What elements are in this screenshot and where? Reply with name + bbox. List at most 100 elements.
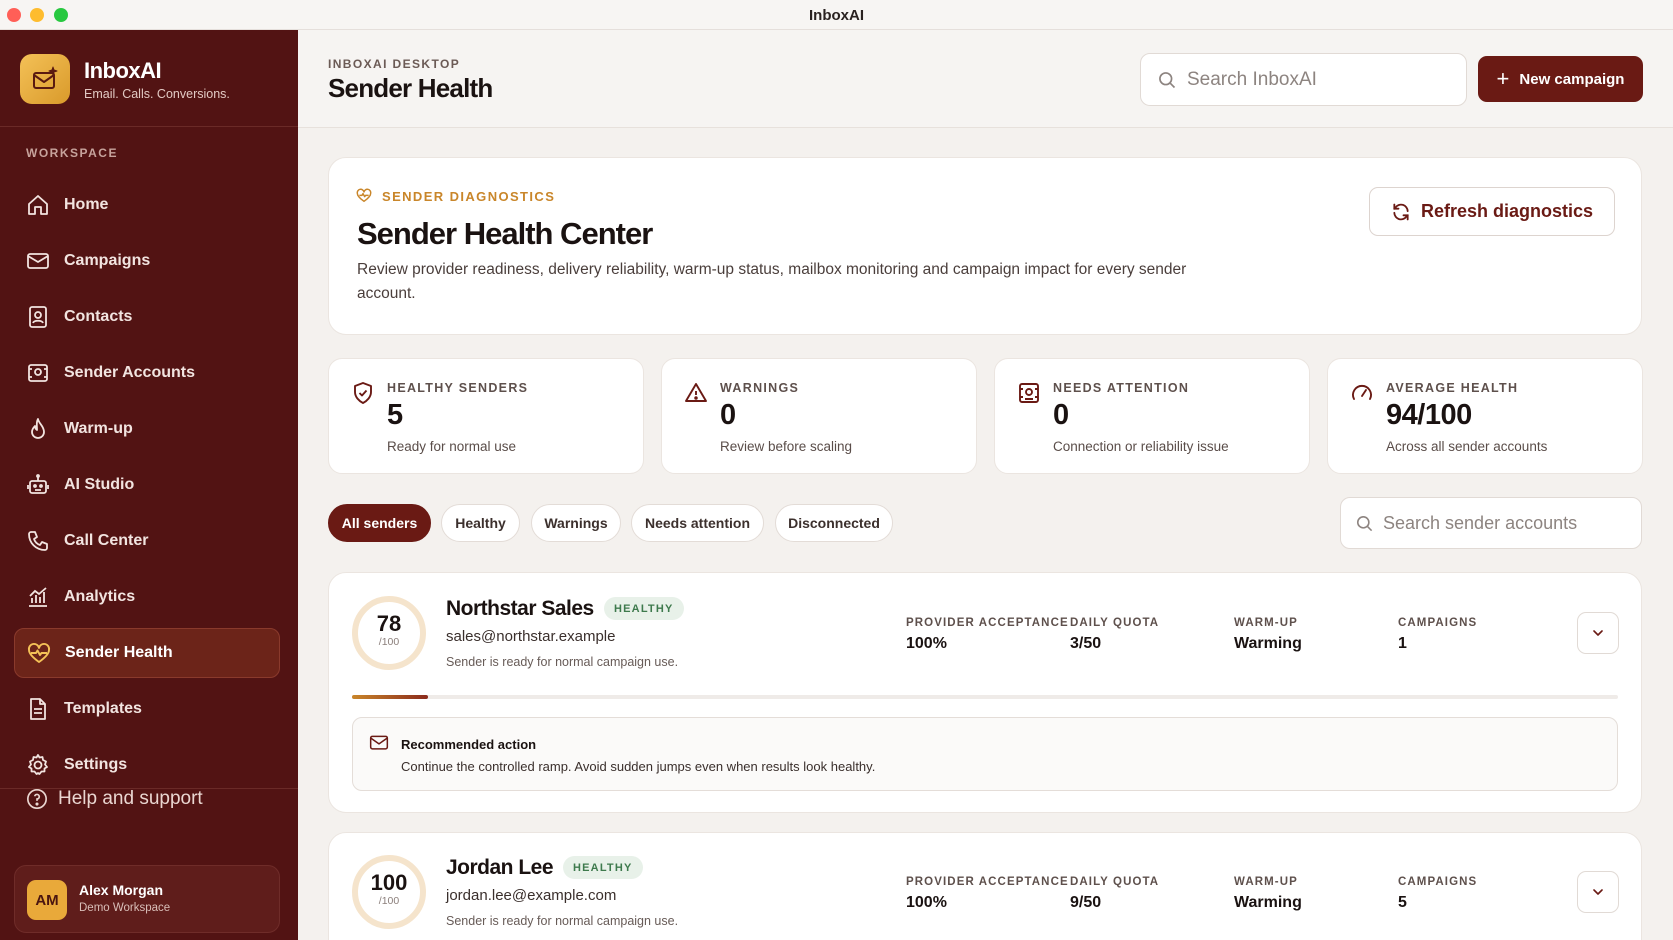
sender-email: sales@northstar.example [446, 628, 616, 645]
stat-subtext: Ready for normal use [387, 439, 517, 454]
metric-value-warmup: Warming [1234, 635, 1302, 652]
brand-name: InboxAI [84, 58, 162, 83]
metric-label-campaigns: CAMPAIGNS [1398, 617, 1478, 629]
sender-search-placeholder: Search sender accounts [1383, 512, 1578, 533]
metric-value-warmup: Warming [1234, 894, 1302, 911]
sidebar-item-templates[interactable]: Templates [14, 684, 280, 734]
home-icon [28, 195, 48, 215]
filter-chip-all-senders[interactable]: All senders [328, 504, 431, 542]
sender-email: jordan.lee@example.com [446, 887, 617, 904]
filter-chip-warnings[interactable]: Warnings [531, 504, 621, 542]
filter-chip-disconnected[interactable]: Disconnected [775, 504, 893, 542]
gear-icon [28, 754, 48, 775]
health-score-max: /100 [378, 895, 400, 907]
metric-label-warmup: WARM-UP [1234, 876, 1298, 888]
stat-card-needs-attention: NEEDS ATTENTION 0 Connection or reliabil… [994, 358, 1310, 474]
sidebar-item-label: Analytics [64, 588, 136, 605]
brand[interactable]: InboxAI Email. Calls. Conversions. [20, 54, 290, 104]
stat-subtext: Review before scaling [720, 439, 853, 454]
sidebar: InboxAI Email. Calls. Conversions. WORKS… [0, 30, 298, 940]
stat-card-average-health: AVERAGE HEALTH 94/100 Across all sender … [1327, 358, 1643, 474]
help-and-support-link[interactable]: Help and support [26, 786, 203, 812]
sidebar-item-label: Contacts [64, 308, 133, 325]
sidebar-item-settings[interactable]: Settings [14, 740, 280, 790]
robot-icon [27, 474, 49, 494]
gauge-icon [1352, 385, 1372, 400]
sender-search-input[interactable]: Search sender accounts [1340, 497, 1642, 549]
mail-icon [27, 253, 49, 269]
sidebar-item-label: Sender Accounts [64, 364, 195, 381]
sidebar-item-label: AI Studio [64, 476, 135, 493]
new-campaign-label: New campaign [1519, 70, 1625, 88]
plus-icon: + [1496, 66, 1510, 91]
sidebar-item-call-center[interactable]: Call Center [14, 516, 280, 566]
metric-value-acceptance: 100% [906, 894, 947, 911]
help-icon [27, 789, 47, 809]
search-placeholder: Search InboxAI [1187, 68, 1317, 90]
health-score-ring: 78 /100 [352, 596, 426, 670]
stat-label: HEALTHY SENDERS [387, 381, 529, 395]
sidebar-item-sender-health[interactable]: Sender Health [14, 628, 280, 678]
stat-label: AVERAGE HEALTH [1386, 381, 1519, 395]
avatar: AM [27, 880, 67, 920]
sidebar-item-campaigns[interactable]: Campaigns [14, 236, 280, 286]
sidebar-nav: Home Campaigns Contacts Sender Accounts … [14, 180, 280, 796]
health-score-max: /100 [378, 636, 400, 648]
quota-progress-fill [352, 695, 428, 699]
sender-accounts-icon [28, 364, 48, 382]
sender-card-northstar-sales[interactable]: 78 /100 Northstar Sales HEALTHY sales@no… [328, 572, 1642, 813]
sidebar-item-contacts[interactable]: Contacts [14, 292, 280, 342]
sidebar-item-sender-accounts[interactable]: Sender Accounts [14, 348, 280, 398]
search-icon [1356, 515, 1373, 532]
attention-icon [1019, 383, 1039, 403]
metric-label-acceptance: PROVIDER ACCEPTANCE [906, 876, 1069, 888]
workspace-section-label: WORKSPACE [26, 146, 118, 160]
sender-card-jordan-lee[interactable]: 100 /100 Jordan Lee HEALTHY jordan.lee@e… [328, 832, 1642, 940]
expand-sender-button[interactable] [1577, 871, 1619, 913]
sender-diagnostics-card: SENDER DIAGNOSTICS Sender Health Center … [328, 157, 1642, 335]
heart-pulse-icon [28, 642, 50, 663]
global-search-input[interactable]: Search InboxAI [1140, 53, 1467, 106]
sidebar-item-label: Templates [64, 700, 142, 717]
expand-sender-button[interactable] [1577, 612, 1619, 654]
page-header: INBOXAI DESKTOP Sender Health Search Inb… [298, 30, 1673, 128]
analytics-icon [29, 587, 47, 607]
diagnostics-description: Review provider readiness, delivery reli… [357, 261, 1187, 302]
user-profile-card[interactable]: AM Alex Morgan Demo Workspace [14, 865, 280, 933]
sidebar-item-analytics[interactable]: Analytics [14, 572, 280, 622]
sidebar-item-label: Campaigns [64, 252, 151, 269]
refresh-diagnostics-button[interactable]: Refresh diagnostics [1369, 187, 1615, 236]
mail-icon [369, 735, 389, 750]
sidebar-item-label: Home [64, 196, 109, 213]
status-badge: HEALTHY [604, 597, 684, 620]
sender-note: Sender is ready for normal campaign use. [446, 655, 679, 669]
diagnostics-title: Sender Health Center [357, 216, 653, 251]
status-badge: HEALTHY [563, 856, 643, 879]
contacts-icon [29, 306, 47, 328]
new-campaign-button[interactable]: + New campaign [1478, 56, 1643, 102]
sidebar-item-home[interactable]: Home [14, 180, 280, 230]
health-score: 78 [376, 611, 402, 636]
chevron-down-icon [1593, 889, 1603, 895]
chevron-down-icon [1593, 630, 1603, 636]
sidebar-item-ai-studio[interactable]: AI Studio [14, 460, 280, 510]
sidebar-divider [0, 126, 298, 127]
diagnostics-eyebrow-label: SENDER DIAGNOSTICS [382, 188, 556, 204]
help-label: Help and support [58, 788, 203, 809]
sender-name: Jordan Lee [446, 856, 554, 879]
sidebar-item-warm-up[interactable]: Warm-up [14, 404, 280, 454]
stat-subtext: Connection or reliability issue [1053, 439, 1229, 454]
brand-tagline: Email. Calls. Conversions. [84, 87, 230, 101]
user-workspace: Demo Workspace [79, 902, 171, 914]
recommended-action-text: Continue the controlled ramp. Avoid sudd… [401, 759, 876, 774]
filter-chip-needs-attention[interactable]: Needs attention [631, 504, 764, 542]
title-bar: InboxAI [0, 0, 1673, 30]
diagnostics-eyebrow: SENDER DIAGNOSTICS [356, 188, 555, 204]
stat-value: 5 [387, 399, 403, 431]
metric-label-quota: DAILY QUOTA [1070, 876, 1160, 888]
window-title: InboxAI [809, 7, 864, 24]
metric-value-campaigns: 1 [1398, 635, 1407, 652]
metric-label-warmup: WARM-UP [1234, 617, 1298, 629]
flame-icon [31, 418, 45, 439]
filter-chip-healthy[interactable]: Healthy [441, 504, 520, 542]
